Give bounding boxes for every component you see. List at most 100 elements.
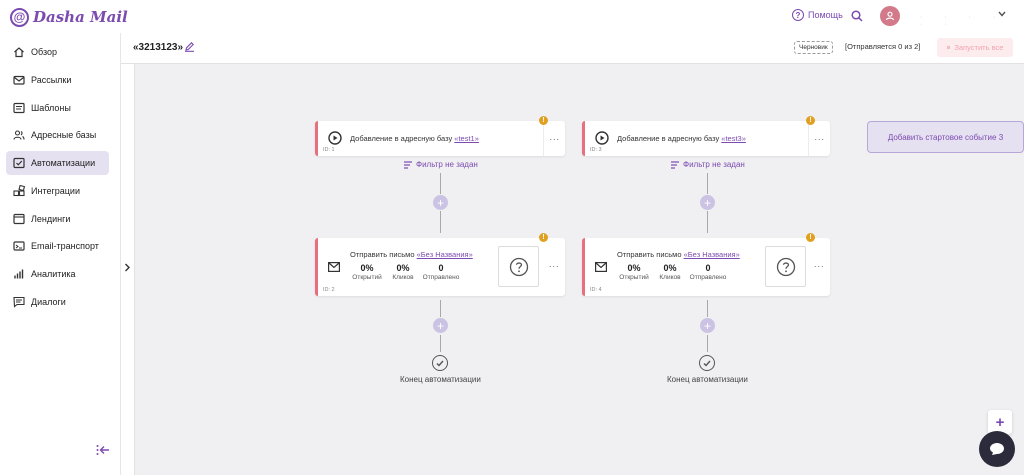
chevron-right-icon[interactable] bbox=[124, 263, 131, 272]
collapse-sidebar-icon[interactable] bbox=[96, 444, 110, 456]
sidebar-item-dialogs[interactable]: Диалоги bbox=[6, 290, 109, 314]
chat-bubble-icon bbox=[990, 443, 1004, 455]
filter-link[interactable]: Фильтр не задан bbox=[671, 160, 745, 169]
user-avatar[interactable] bbox=[880, 6, 900, 26]
more-options-button[interactable]: ··· bbox=[543, 238, 565, 296]
edit-pencil-icon[interactable] bbox=[184, 41, 195, 52]
trigger-card[interactable]: Добавление в адресную базу «test3» ID: 3… bbox=[582, 121, 830, 156]
sidebar-item-label: Лендинги bbox=[31, 214, 71, 224]
users-icon bbox=[13, 129, 25, 141]
action-text: Отправить письмо bbox=[350, 250, 417, 259]
clicks-stat: 0% Кликов bbox=[655, 263, 685, 281]
send-email-card[interactable]: Отправить письмо «Без Названия» 0% Откры… bbox=[582, 238, 830, 296]
sidebar-item-email-transport[interactable]: Email-транспорт bbox=[6, 234, 109, 258]
opens-label: Открытий bbox=[619, 274, 649, 281]
email-preview-thumbnail[interactable] bbox=[765, 246, 806, 287]
sidebar-item-integrations[interactable]: Интеграции bbox=[6, 179, 109, 203]
email-preview-thumbnail[interactable] bbox=[498, 246, 539, 287]
add-step-button[interactable]: + bbox=[433, 318, 448, 333]
landing-icon bbox=[13, 213, 25, 225]
more-options-button[interactable]: ··· bbox=[808, 238, 830, 296]
end-automation-label: Конец автоматизации bbox=[667, 375, 748, 384]
template-icon bbox=[13, 102, 25, 114]
more-options-button[interactable]: ··· bbox=[543, 121, 565, 156]
sidebar-item-label: Шаблоны bbox=[31, 103, 71, 113]
sidebar-item-automations[interactable]: Автоматизации bbox=[6, 151, 109, 175]
trigger-description: Добавление в адресную базу «test1» bbox=[350, 134, 479, 143]
trigger-text: Добавление в адресную базу bbox=[617, 134, 722, 143]
add-step-button[interactable]: + bbox=[700, 318, 715, 333]
chevron-down-icon[interactable] bbox=[998, 11, 1006, 17]
help-label: Помощь bbox=[808, 10, 843, 20]
filter-label: Фильтр не задан bbox=[416, 160, 478, 169]
email-template-link[interactable]: «Без Названия» bbox=[417, 250, 473, 259]
opens-stat: 0% Открытий bbox=[350, 263, 384, 281]
play-circle-icon bbox=[328, 131, 342, 145]
warning-icon[interactable]: ! bbox=[539, 116, 548, 125]
search-icon[interactable] bbox=[851, 10, 863, 22]
warning-icon[interactable]: ! bbox=[806, 116, 815, 125]
add-start-event-label: Добавить стартовое событие 3 bbox=[887, 132, 1004, 142]
transport-icon bbox=[13, 240, 25, 252]
opens-value: 0% bbox=[627, 263, 641, 273]
sidebar-item-label: Автоматизации bbox=[31, 158, 96, 168]
logo-text: Dasha Mail bbox=[33, 8, 128, 26]
sent-label: Отправлено bbox=[422, 274, 460, 281]
sent-label: Отправлено bbox=[689, 274, 727, 281]
sidebar-item-label: Обзор bbox=[31, 47, 57, 57]
launch-all-label: Запустить все bbox=[954, 43, 1004, 52]
launch-all-button[interactable]: ⏸ Запустить все bbox=[937, 38, 1013, 57]
connector-line bbox=[440, 211, 441, 233]
settings-panel-strip bbox=[121, 33, 135, 475]
node-id: ID: 2 bbox=[323, 287, 335, 293]
filter-link[interactable]: Фильтр не задан bbox=[404, 160, 478, 169]
address-base-link[interactable]: «test3» bbox=[721, 134, 746, 143]
logo-at-icon: @ bbox=[10, 7, 29, 27]
sidebar-item-label: Интеграции bbox=[31, 186, 80, 196]
filter-icon bbox=[671, 160, 679, 169]
sent-value: 0 bbox=[438, 263, 444, 273]
sidebar-item-analytics[interactable]: Аналитика bbox=[6, 262, 109, 286]
trigger-description: Добавление в адресную базу «test3» bbox=[617, 134, 746, 143]
sent-stat: 0 Отправлено bbox=[419, 263, 463, 281]
end-check-icon bbox=[432, 355, 448, 371]
sending-progress-text: [Отправляется 0 из 2] bbox=[845, 42, 921, 51]
draft-status-badge: Черновик bbox=[794, 41, 833, 54]
help-link[interactable]: ? Помощь bbox=[792, 9, 843, 21]
trigger-card[interactable]: Добавление в адресную базу «test1» ID: 1… bbox=[315, 121, 565, 156]
add-start-event-button[interactable]: Добавить стартовое событие 3 bbox=[867, 121, 1024, 153]
more-options-button[interactable]: ··· bbox=[808, 121, 830, 156]
sidebar-item-address-bases[interactable]: Адресные базы bbox=[6, 123, 109, 147]
user-name: · · · · · · bbox=[920, 14, 1006, 28]
automation-header: «3213123» Черновик [Отправляется 0 из 2]… bbox=[121, 33, 1024, 64]
sidebar-item-mailings[interactable]: Рассылки bbox=[6, 68, 109, 92]
email-template-link[interactable]: «Без Названия» bbox=[684, 250, 740, 259]
clicks-value: 0% bbox=[663, 263, 677, 273]
sidebar-item-label: Диалоги bbox=[31, 297, 66, 307]
dashamail-logo[interactable]: @ Dasha Mail bbox=[10, 6, 128, 28]
connector-line bbox=[440, 335, 441, 352]
top-bar: @ Dasha Mail ? Помощь · · · · · · bbox=[0, 0, 1024, 33]
sidebar-item-label: Рассылки bbox=[31, 75, 72, 85]
add-step-button[interactable]: + bbox=[433, 195, 448, 210]
send-email-card[interactable]: Отправить письмо «Без Названия» 0% Откры… bbox=[315, 238, 565, 296]
home-icon bbox=[13, 46, 25, 58]
sidebar-item-overview[interactable]: Обзор bbox=[6, 40, 109, 64]
integrations-icon bbox=[13, 185, 25, 197]
warning-icon[interactable]: ! bbox=[806, 233, 815, 242]
connector-line bbox=[707, 211, 708, 233]
question-circle-icon bbox=[776, 257, 795, 276]
action-text: Отправить письмо bbox=[617, 250, 684, 259]
chat-widget-button[interactable] bbox=[979, 431, 1015, 467]
sidebar-item-templates[interactable]: Шаблоны bbox=[6, 96, 109, 120]
trigger-text: Добавление в адресную базу bbox=[350, 134, 455, 143]
address-base-link[interactable]: «test1» bbox=[454, 134, 479, 143]
mail-icon bbox=[13, 74, 25, 86]
add-step-button[interactable]: + bbox=[700, 195, 715, 210]
sidebar-item-landings[interactable]: Лендинги bbox=[6, 207, 109, 231]
warning-icon[interactable]: ! bbox=[539, 233, 548, 242]
question-circle-icon bbox=[509, 257, 528, 276]
connector-line bbox=[440, 173, 441, 194]
opens-value: 0% bbox=[360, 263, 374, 273]
connector-line bbox=[707, 300, 708, 317]
